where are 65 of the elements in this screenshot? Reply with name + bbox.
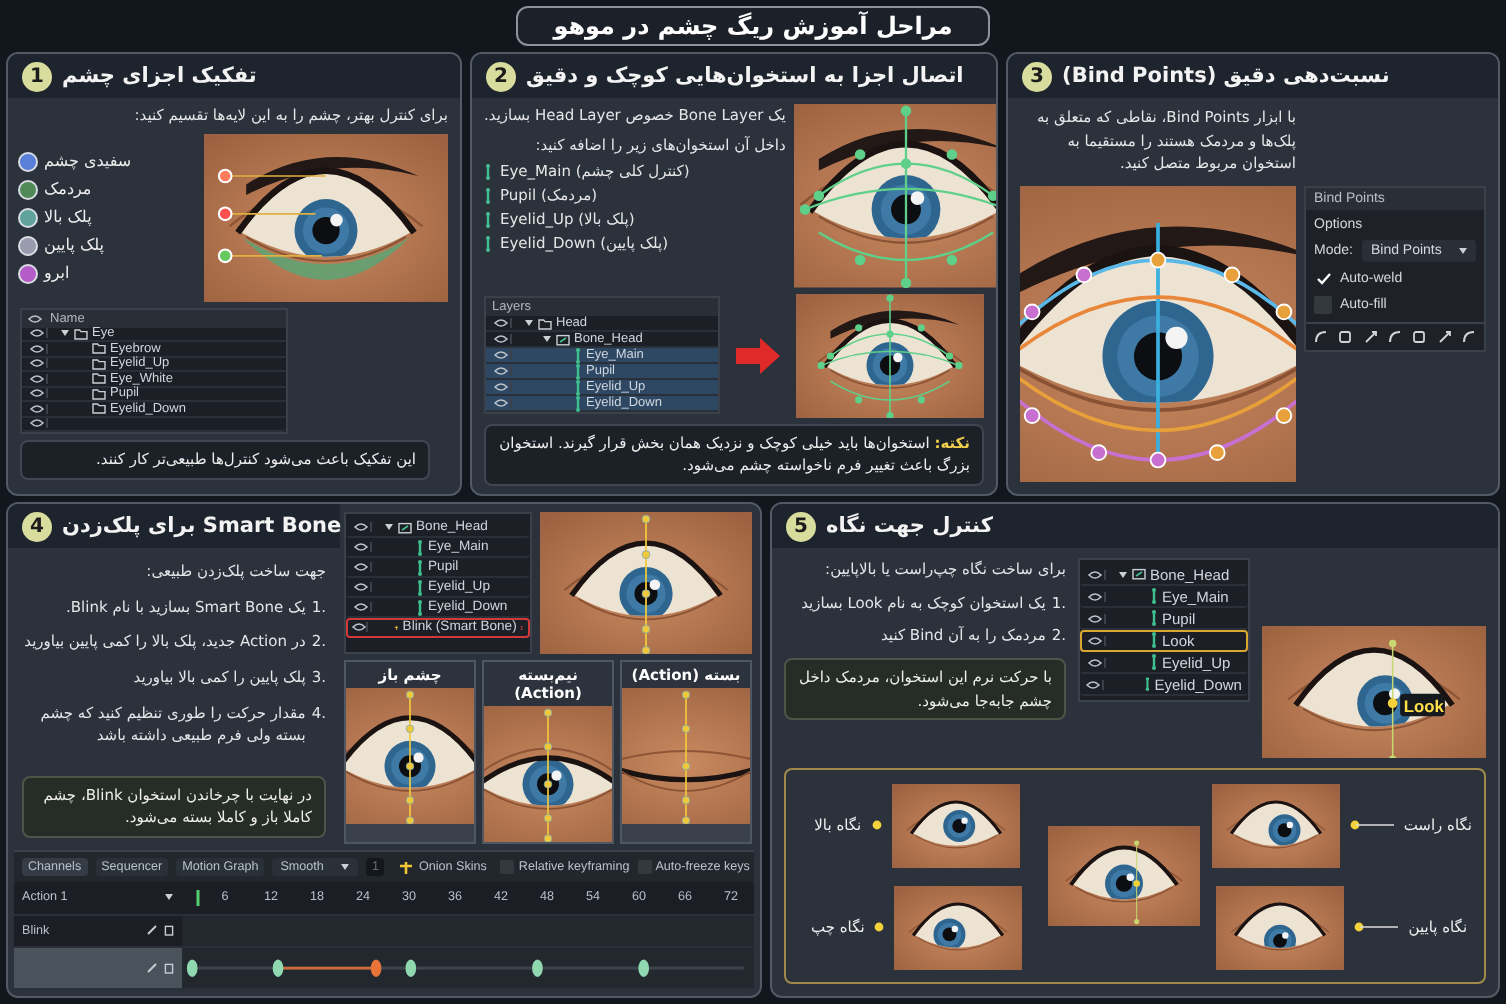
bone-icon bbox=[416, 579, 424, 595]
panel-title: Smart Bone برای پلک‌زدن bbox=[62, 514, 342, 538]
bone-layer-icon bbox=[1132, 568, 1146, 580]
step-number-badge: 2 bbox=[486, 61, 516, 91]
arrow-icon bbox=[736, 337, 780, 374]
tool-icon[interactable] bbox=[1437, 330, 1452, 344]
step-number-badge: 5 bbox=[786, 511, 816, 541]
bone-icon bbox=[1150, 588, 1158, 604]
caret-icon[interactable] bbox=[339, 862, 350, 872]
tool-icon[interactable] bbox=[1363, 330, 1378, 344]
caret-icon[interactable] bbox=[524, 318, 534, 329]
caret-icon[interactable] bbox=[1458, 246, 1468, 256]
bone-icon bbox=[416, 539, 424, 555]
caret-icon[interactable] bbox=[384, 522, 394, 532]
eye-drawing bbox=[1211, 783, 1340, 867]
panel-title: نسبت‌دهی دقیق (Bind Points) bbox=[1062, 64, 1390, 88]
caret-icon[interactable] bbox=[164, 892, 174, 903]
step-number-badge: 3 bbox=[1022, 61, 1052, 91]
step-number-badge: 4 bbox=[22, 511, 52, 541]
legend-label: ابرو bbox=[44, 264, 70, 283]
bone-icon bbox=[416, 599, 424, 615]
eye-drawing bbox=[891, 783, 1020, 867]
delete-icon[interactable] bbox=[164, 924, 174, 937]
legend-label: پلک پایین bbox=[44, 236, 104, 255]
panel-title: کنترل جهت نگاه bbox=[826, 514, 993, 538]
bone-icon bbox=[1150, 610, 1158, 626]
edit-icon[interactable] bbox=[146, 961, 158, 974]
playhead-icon[interactable] bbox=[194, 889, 202, 906]
pointer-icon bbox=[874, 922, 885, 932]
bone-icon bbox=[1150, 654, 1158, 670]
tool-icon[interactable] bbox=[1461, 330, 1476, 344]
eye-drawing bbox=[484, 706, 612, 842]
caret-icon[interactable] bbox=[60, 328, 70, 339]
legend-label: پلک بالا bbox=[44, 208, 92, 227]
eye-drawing bbox=[346, 688, 474, 824]
bone-icon bbox=[1150, 632, 1158, 648]
pointer-icon bbox=[1354, 922, 1399, 932]
bone-icon bbox=[484, 163, 492, 180]
panel-title: اتصال اجزا به استخوان‌هایی کوچک و دقیق bbox=[526, 64, 964, 88]
panel-title: تفکیک اجزای چشم bbox=[62, 64, 257, 88]
checkbox[interactable] bbox=[1314, 270, 1332, 288]
eye-drawing bbox=[894, 885, 1023, 969]
legend-label: مردمک bbox=[44, 180, 92, 199]
caret-icon[interactable] bbox=[542, 334, 552, 345]
pointer-icon bbox=[1349, 820, 1394, 830]
bone-icon bbox=[1143, 676, 1151, 692]
bone-icon bbox=[416, 559, 424, 575]
folder-icon bbox=[538, 317, 552, 330]
bone-marker-icon bbox=[520, 621, 524, 633]
bone-icon bbox=[484, 235, 492, 252]
smart-bone-icon bbox=[398, 859, 415, 875]
pointer-icon bbox=[871, 820, 882, 830]
delete-icon[interactable] bbox=[164, 961, 174, 974]
bone-label: Look bbox=[1400, 693, 1445, 717]
page-title: مراحل آموزش ریگ چشم در موهو bbox=[515, 6, 991, 46]
caret-icon[interactable] bbox=[1118, 569, 1128, 579]
bone-layer-icon bbox=[398, 521, 412, 533]
edit-icon[interactable] bbox=[146, 924, 158, 937]
step-number-badge: 1 bbox=[22, 61, 52, 91]
bone-icon bbox=[484, 187, 492, 204]
bone-icon bbox=[484, 211, 492, 228]
eye-drawing bbox=[622, 688, 750, 824]
legend-label: سفیدی چشم bbox=[44, 152, 132, 171]
eye-drawing bbox=[1216, 885, 1345, 969]
bone-layer-icon bbox=[556, 333, 570, 346]
